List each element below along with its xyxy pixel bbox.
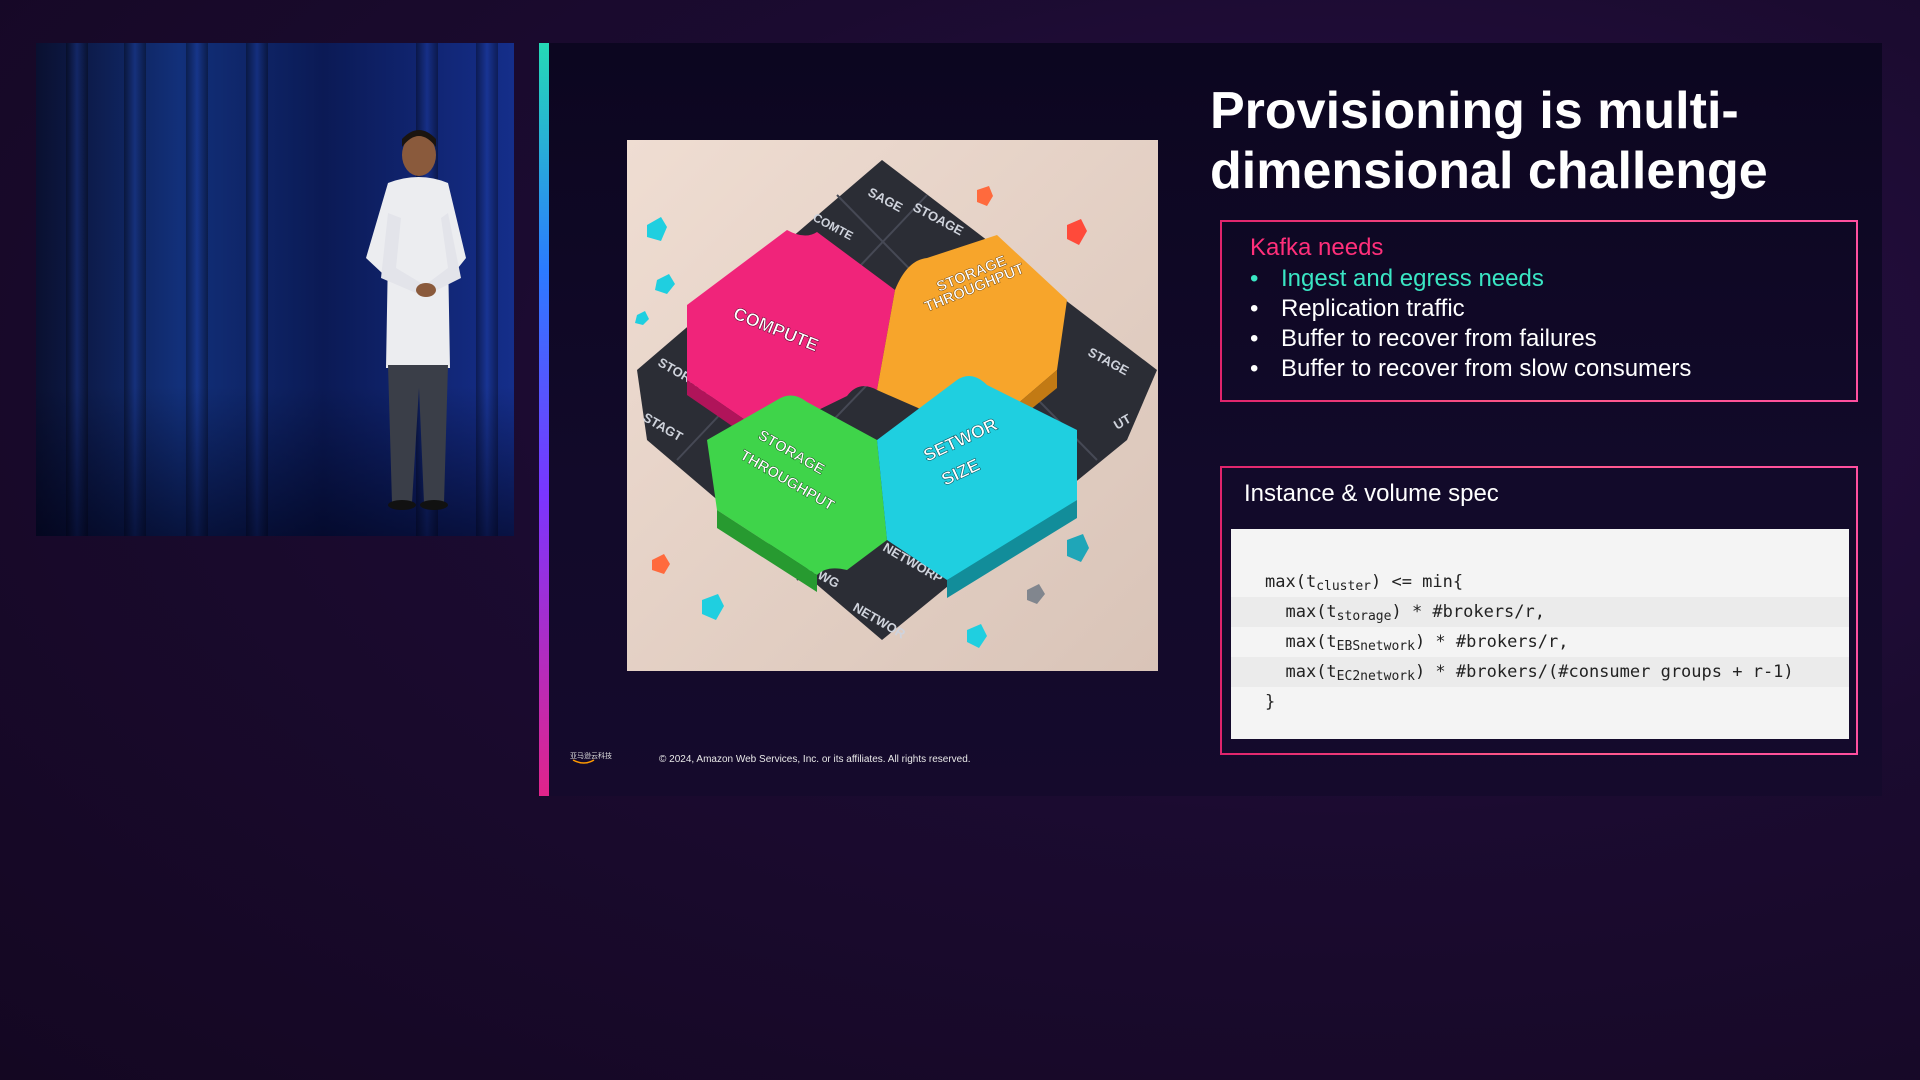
stage: Provisioning is multi-dimensional challe… (0, 0, 1920, 1080)
list-item: • Buffer to recover from failures (1250, 324, 1828, 354)
puzzle-illustration: SAGE STOAGE COMTE STORAGE STAGE STAGT NE… (627, 140, 1158, 671)
slide-accent-bar (539, 43, 549, 796)
code-subscript: EBSnetwork (1336, 639, 1415, 654)
instance-spec-box: Instance & volume spec max(tcluster) <= … (1220, 466, 1858, 755)
code-line: max(tEC2network) * #brokers/(#consumer g… (1231, 657, 1849, 687)
bullet-icon: • (1250, 295, 1259, 322)
slide-title: Provisioning is multi-dimensional challe… (1210, 82, 1768, 200)
code-text: ) <= min{ (1370, 572, 1464, 592)
code-text: ) * #brokers/r, (1391, 602, 1545, 622)
code-subscript: storage (1336, 609, 1392, 624)
instance-spec-heading: Instance & volume spec (1244, 480, 1499, 507)
code-line: max(tstorage) * #brokers/r, (1231, 597, 1849, 627)
list-item: • Replication traffic (1250, 294, 1828, 324)
speaker-figure (366, 130, 466, 510)
code-subscript: cluster (1316, 579, 1371, 594)
code-line: } (1231, 687, 1849, 717)
code-line: max(tcluster) <= min{ (1231, 567, 1849, 597)
copyright-text: © 2024, Amazon Web Services, Inc. or its… (659, 754, 971, 765)
code-text: max(t (1285, 662, 1337, 682)
aws-logo: 亚马逊云科技 (570, 751, 614, 765)
code-text: } (1265, 692, 1276, 712)
bullet-icon: • (1250, 265, 1259, 292)
code-subscript: EC2network (1336, 669, 1415, 684)
bullet-icon: • (1250, 355, 1259, 382)
bullet-icon: • (1250, 325, 1259, 352)
speaker-video (36, 43, 514, 536)
list-item-label: Buffer to recover from failures (1281, 325, 1597, 352)
list-item: • Ingest and egress needs (1250, 264, 1828, 294)
presentation-slide: Provisioning is multi-dimensional challe… (539, 43, 1882, 796)
smile-icon (572, 759, 595, 764)
kafka-needs-heading: Kafka needs (1250, 234, 1384, 261)
list-item-label: Buffer to recover from slow consumers (1281, 355, 1692, 382)
code-text: ) * #brokers/r, (1414, 632, 1569, 652)
code-text: max(t (1265, 572, 1317, 592)
code-line: max(tEBSnetwork) * #brokers/r, (1231, 627, 1849, 657)
code-text: ) * #brokers/(#consumer groups + r-1) (1414, 662, 1794, 682)
list-item-label: Ingest and egress needs (1281, 265, 1544, 292)
kafka-needs-list: • Ingest and egress needs • Replication tr… (1250, 264, 1828, 384)
code-block: max(tcluster) <= min{ max(tstorage) * #b… (1231, 529, 1849, 739)
kafka-needs-box: Kafka needs • Ingest and egress needs • Re… (1220, 220, 1858, 402)
code-text: max(t (1285, 602, 1337, 622)
code-text: max(t (1285, 632, 1337, 652)
list-item-label: Replication traffic (1281, 295, 1465, 322)
list-item: • Buffer to recover from slow consumers (1250, 354, 1828, 384)
